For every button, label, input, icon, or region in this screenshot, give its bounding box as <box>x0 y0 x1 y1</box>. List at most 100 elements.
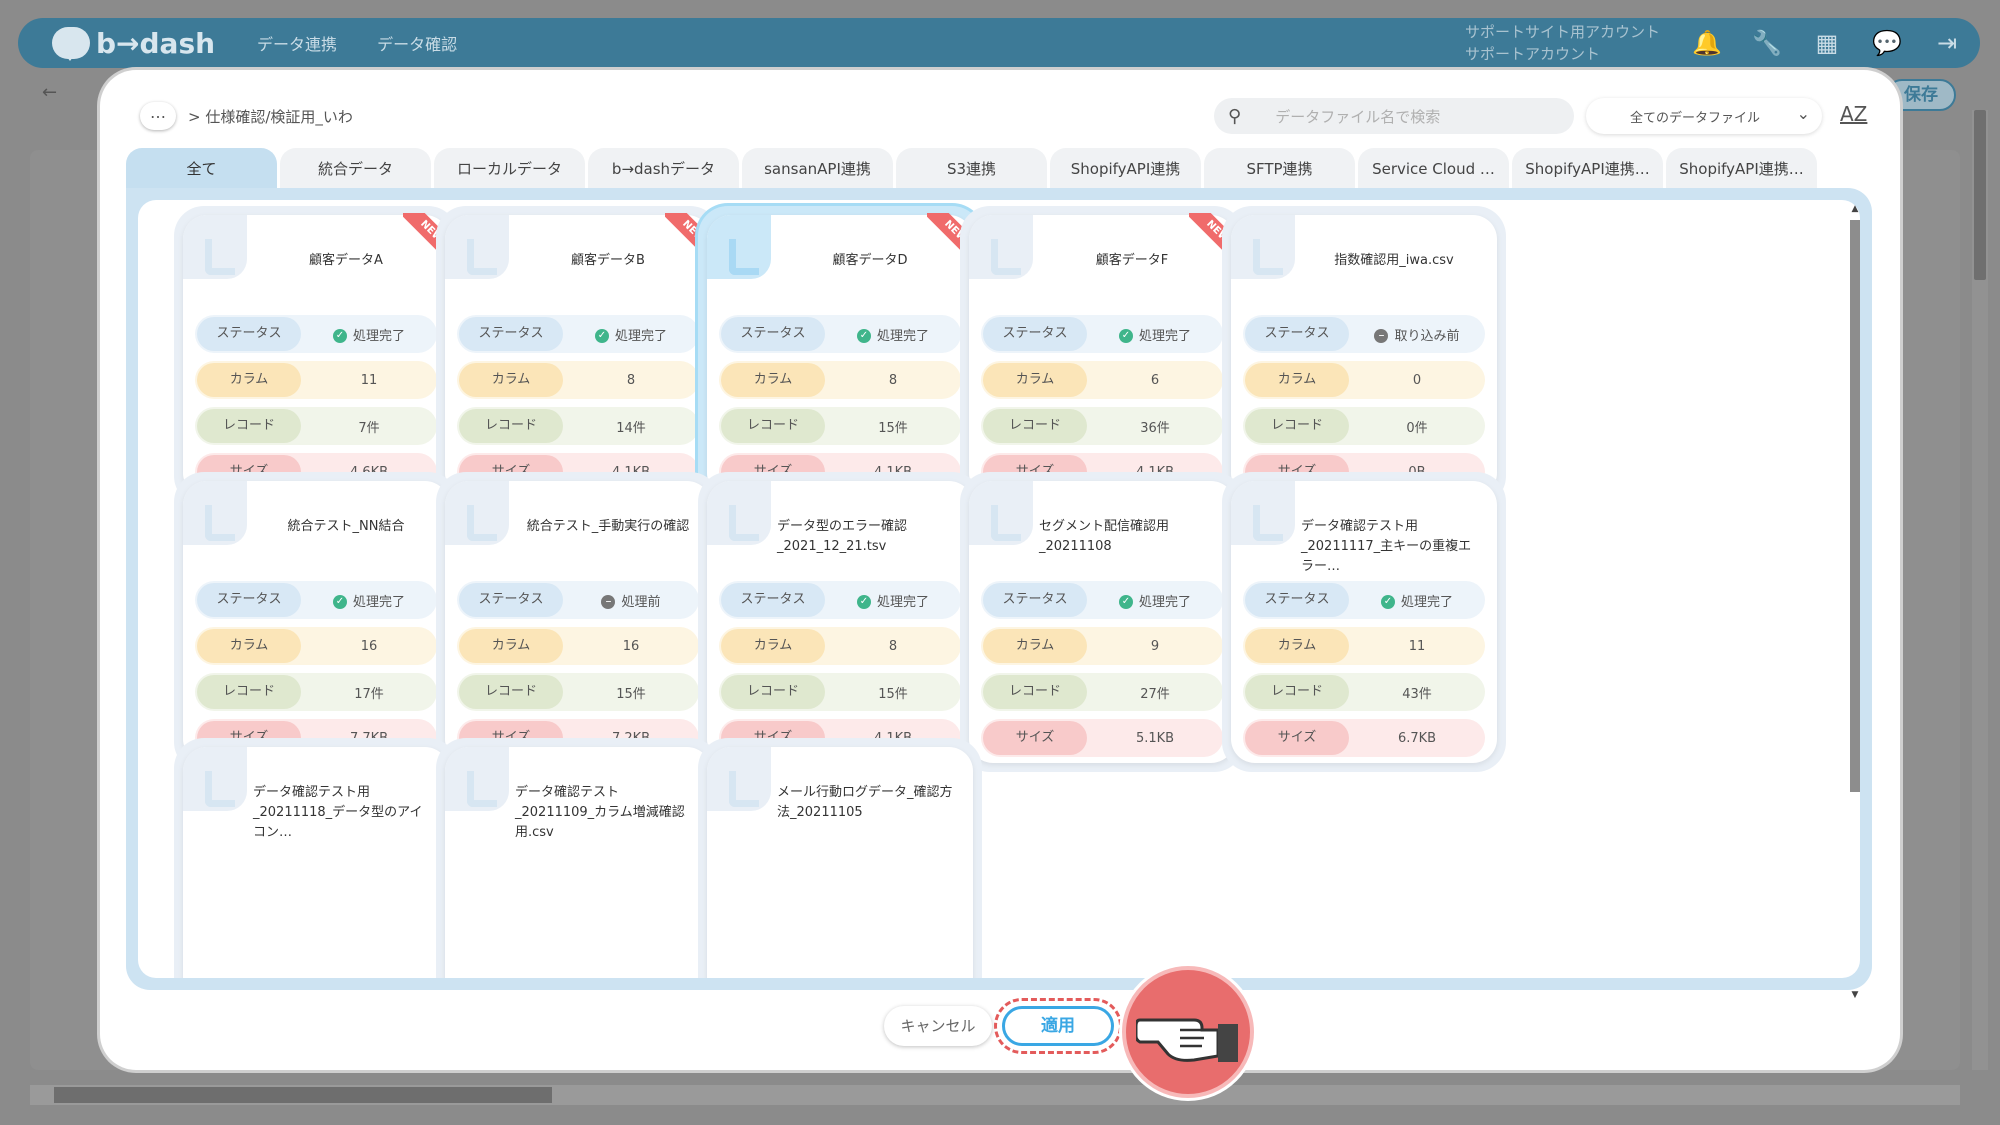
status-label: ステータス <box>721 583 825 617</box>
chevron-down-icon: ⌄ <box>1796 104 1810 123</box>
document-icon <box>205 239 235 275</box>
file-card[interactable]: データ確認テスト用_20211117_主キーの重複エラー… ステータス ✓ 処理完了カ… <box>1222 472 1506 772</box>
sort-az-icon[interactable]: AZ <box>1840 102 1867 126</box>
file-name: データ確認テスト用_20211117_主キーの重複エラー… <box>1301 519 1472 574</box>
account-info[interactable]: サポートサイト用アカウント サポートアカウント <box>1465 21 1660 65</box>
tab-all[interactable]: 全て <box>126 148 277 190</box>
status-text: 処理完了 <box>1138 594 1191 610</box>
nav-data-integration[interactable]: データ連携 <box>257 31 337 55</box>
tab-shopify-3[interactable]: ShopifyAPI連携… <box>1666 148 1817 190</box>
grid-icon[interactable]: ▦ <box>1814 29 1840 57</box>
breadcrumb: … > 仕様確認/検証用_いわ <box>140 102 353 130</box>
file-card[interactable]: データ確認テスト用_20211118_データ型のアイコン… <box>174 738 458 978</box>
tab-sftp[interactable]: SFTP連携 <box>1204 148 1355 190</box>
record-row: レコード 36件 <box>981 407 1223 445</box>
tab-s3[interactable]: S3連携 <box>896 148 1047 190</box>
file-name: メール行動ログデータ_確認方法_20211105 <box>777 785 953 820</box>
check-icon: ✓ <box>856 595 871 609</box>
column-label: カラム <box>1245 363 1349 397</box>
column-value: 11 <box>1408 638 1426 654</box>
wrench-icon[interactable]: 🔧 <box>1752 29 1782 57</box>
status-label: ステータス <box>197 583 301 617</box>
file-card[interactable]: 顧客データFNEWステータス✓処理完了カラム6レコード36件サイズ4.1KB <box>960 206 1244 506</box>
tab-bdash[interactable]: b→dashデータ <box>588 148 739 190</box>
app-logo[interactable]: b→dash <box>52 27 215 61</box>
record-value: 15件 <box>878 420 908 436</box>
status-text: 処理完了 <box>876 328 929 344</box>
breadcrumb-path[interactable]: > 仕様確認/検証用_いわ <box>188 106 353 127</box>
page-vertical-scrollbar[interactable] <box>1972 110 1988 1070</box>
column-label: カラム <box>459 363 563 397</box>
file-name: セグメント配信確認用_20211108 <box>1039 519 1170 554</box>
page-scroll-thumb[interactable] <box>1974 110 1986 280</box>
file-card[interactable]: 顧客データDNEWステータス✓処理完了カラム8レコード15件サイズ4.1KB <box>698 206 982 506</box>
tab-sansan[interactable]: sansanAPI連携 <box>742 148 893 190</box>
page-horizontal-scrollbar[interactable] <box>30 1085 1960 1105</box>
status-label: ステータス <box>721 317 825 351</box>
record-row: レコード 27件 <box>981 673 1223 711</box>
document-icon <box>1253 505 1283 541</box>
category-tabs: 全て 統合データ ローカルデータ b→dashデータ sansanAPI連携 S… <box>126 148 1817 190</box>
column-row: カラム 0 <box>1243 361 1485 399</box>
logout-icon[interactable]: ⇥ <box>1934 29 1960 57</box>
file-type-select[interactable]: 全てのデータファイル ⌄ <box>1586 98 1822 134</box>
tab-service-cloud[interactable]: Service Cloud … <box>1358 148 1509 190</box>
file-grid: 顧客データANEWステータス✓処理完了カラム11レコード7件サイズ4.6KB顧客… <box>138 200 1860 978</box>
tab-integrated[interactable]: 統合データ <box>280 148 431 190</box>
file-card[interactable]: データ型のエラー確認_2021_12_21.tsv ステータス ✓ 処理完了 カラム 8 レ… <box>698 472 982 772</box>
tab-shopify-2[interactable]: ShopifyAPI連携… <box>1512 148 1663 190</box>
bell-icon[interactable]: 🔔 <box>1692 29 1722 57</box>
file-name: データ確認テスト_20211109_カラム増減確認用.csv <box>515 785 685 840</box>
grid-vertical-scrollbar[interactable]: ▲ ▼ <box>1848 204 1862 1000</box>
file-card[interactable]: 顧客データBNEWステータス✓処理完了カラム8レコード14件サイズ4.1KB <box>436 206 720 506</box>
file-card[interactable]: 統合テスト_手動実行の確認ステータス–処理前カラム16レコード15件サイズ7.2… <box>436 472 720 772</box>
cancel-button[interactable]: キャンセル <box>884 1006 992 1046</box>
file-card[interactable]: 指数確認用_iwa.csvステータス–取り込み前カラム0レコード0件サイズ0B <box>1222 206 1506 506</box>
document-icon <box>467 771 497 807</box>
file-card[interactable]: データ確認テスト_20211109_カラム増減確認用.csv <box>436 738 720 978</box>
document-icon <box>991 505 1021 541</box>
check-icon: ✓ <box>856 329 871 343</box>
record-row: レコード 15件 <box>719 407 961 445</box>
file-card[interactable]: メール行動ログデータ_確認方法_20211105 <box>698 738 982 978</box>
record-row: レコード 17件 <box>195 673 437 711</box>
size-label: サイズ <box>983 721 1087 755</box>
record-value: 43件 <box>1402 686 1432 702</box>
status-label: ステータス <box>983 583 1087 617</box>
column-value: 16 <box>360 638 378 654</box>
apply-button[interactable]: 適用 <box>1002 1006 1114 1046</box>
page-hscroll-thumb[interactable] <box>54 1087 552 1103</box>
nav-data-confirm[interactable]: データ確認 <box>377 31 457 55</box>
column-value: 16 <box>622 638 640 654</box>
scroll-up-icon[interactable]: ▲ <box>1848 204 1862 214</box>
scroll-down-icon[interactable]: ▼ <box>1848 990 1862 1000</box>
record-label: レコード <box>721 675 825 709</box>
tab-shopify[interactable]: ShopifyAPI連携 <box>1050 148 1201 190</box>
file-card-body: 顧客データANEWステータス✓処理完了カラム11レコード7件サイズ4.6KB <box>183 213 451 497</box>
file-card[interactable]: 顧客データANEWステータス✓処理完了カラム11レコード7件サイズ4.6KB <box>174 206 458 506</box>
size-row: サイズ 6.7KB <box>1243 719 1485 757</box>
chat-icon[interactable]: 💬 <box>1872 29 1902 57</box>
file-type-value: 全てのデータファイル <box>1630 110 1761 126</box>
size-value: 6.7KB <box>1397 730 1437 746</box>
more-button[interactable]: … <box>140 102 176 130</box>
check-icon: ✓ <box>1118 329 1133 343</box>
grid-scroll-thumb[interactable] <box>1850 220 1860 792</box>
document-icon <box>729 771 759 807</box>
record-row: レコード 0件 <box>1243 407 1485 445</box>
file-name: 統合テスト_NN結合 <box>287 519 405 534</box>
file-card[interactable]: セグメント配信確認用_20211108 ステータス ✓ 処理完了 カラム 9 レコード 27件… <box>960 472 1244 772</box>
search-input[interactable]: ⚲ データファイル名で検索 <box>1214 98 1574 134</box>
status-value: ✓ 処理完了 <box>1087 325 1223 344</box>
status-value: ✓ 処理完了 <box>1087 591 1223 610</box>
tab-local[interactable]: ローカルデータ <box>434 148 585 190</box>
status-row: ステータス ✓ 処理完了 <box>195 581 437 619</box>
status-value: ✓ 処理完了 <box>1349 591 1485 610</box>
file-card-body: セグメント配信確認用_20211108 ステータス ✓ 処理完了 カラム 9 レコード 27件… <box>969 481 1235 763</box>
status-text: 処理完了 <box>352 328 405 344</box>
column-row: カラム 11 <box>1243 627 1485 665</box>
file-card[interactable]: 統合テスト_NN結合ステータス✓処理完了カラム16レコード17件サイズ7.7KB <box>174 472 458 772</box>
record-value: 0件 <box>1406 420 1428 436</box>
record-row: レコード 43件 <box>1243 673 1485 711</box>
back-arrow-icon[interactable]: ← <box>42 82 57 103</box>
